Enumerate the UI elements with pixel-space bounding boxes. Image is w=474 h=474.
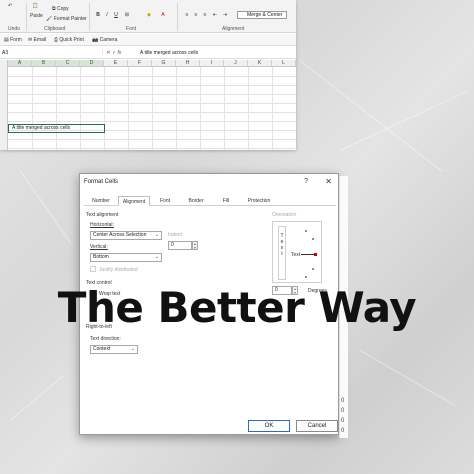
column-header[interactable]: A (8, 60, 32, 67)
merge-center-button[interactable]: Merge & Center (237, 11, 287, 19)
formula-bar-icons[interactable]: ⋮ ✕ ✓ fx (100, 49, 121, 57)
alignment-group-label: Alignment (222, 26, 245, 32)
align-left-icon[interactable]: ≡ (184, 12, 190, 18)
tab-number[interactable]: Number (86, 196, 116, 206)
tab-font[interactable]: Font (154, 196, 176, 206)
tab-fill[interactable]: Fill (216, 196, 236, 206)
indent-input[interactable]: 0 (168, 241, 192, 250)
decrease-indent-icon[interactable]: ⇤ (212, 12, 218, 18)
dialog-tabs: Number Alignment Font Border Fill Protec… (84, 196, 336, 206)
copy-button[interactable]: ⧉ Copy (52, 6, 69, 12)
side-value: 0 (341, 418, 345, 424)
column-header[interactable]: E (104, 60, 128, 67)
column-header[interactable]: C (56, 60, 80, 67)
column-header[interactable]: H (176, 60, 200, 67)
column-header[interactable]: J (224, 60, 248, 67)
italic-button[interactable]: I (104, 12, 110, 18)
paste-icon[interactable]: 📋 (32, 3, 38, 9)
orientation-box[interactable]: T e x t Text (272, 221, 322, 283)
column-header[interactable]: K (248, 60, 272, 67)
merged-title-cell[interactable]: A title merged across cells (12, 125, 70, 132)
quick-access-bar: ▤ Form ✉ Email ⎙ Quick Print 📷 Camera (0, 34, 296, 46)
side-value: 0 (341, 428, 345, 434)
fill-color-icon[interactable]: ◆ (146, 12, 152, 18)
row-headers (0, 60, 8, 150)
font-color-icon[interactable]: A (160, 12, 166, 18)
column-header[interactable]: L (272, 60, 296, 67)
tab-border[interactable]: Border (182, 196, 210, 206)
cancel-button[interactable]: Cancel (296, 420, 338, 432)
chevron-down-icon: ⌄ (154, 254, 159, 260)
email-button[interactable]: ✉ Email (28, 37, 46, 43)
column-header[interactable]: F (128, 60, 152, 67)
ribbon: ↶ 📋 Paste ⧉ Copy 🖌 Format Painter Undo C… (0, 0, 296, 33)
bold-button[interactable]: B (95, 12, 101, 18)
text-direction-label: Text direction: (90, 336, 121, 342)
quick-print-button[interactable]: ⎙ Quick Print (54, 37, 84, 43)
ok-button[interactable]: OK (248, 420, 290, 432)
increase-indent-icon[interactable]: ⇥ (222, 12, 228, 18)
close-icon[interactable]: ✕ (325, 177, 332, 186)
excel-window: ↶ 📋 Paste ⧉ Copy 🖌 Format Painter Undo C… (0, 0, 296, 150)
column-header[interactable]: B (32, 60, 56, 67)
horizontal-label: Horizontal: (90, 222, 114, 228)
headline-overlay: The Better Way (57, 283, 417, 332)
help-icon[interactable]: ? (304, 178, 308, 185)
align-center-icon[interactable]: ≡ (193, 12, 199, 18)
clipboard-group-label: Clipboard (44, 26, 66, 32)
form-button[interactable]: ▤ Form (4, 37, 22, 43)
orientation-heading: Orientation (272, 212, 297, 218)
vertical-label: Vertical: (90, 244, 108, 250)
orientation-dial[interactable]: Text (290, 226, 320, 280)
vertical-text-option[interactable]: T e x t (278, 226, 286, 280)
undo-icon[interactable]: ↶ (8, 3, 12, 9)
horizontal-select[interactable]: Center Across Selection ⌄ (90, 231, 162, 240)
side-value: 0 (341, 408, 345, 414)
tab-alignment[interactable]: Alignment (118, 196, 150, 206)
format-painter-button[interactable]: 🖌 Format Painter (46, 16, 87, 22)
font-group-label: Font (126, 26, 137, 32)
borders-icon[interactable]: ⊞ (124, 12, 130, 18)
indent-stepper[interactable]: ▲ ▼ (192, 241, 198, 250)
tab-protection[interactable]: Protection (242, 196, 276, 206)
side-value: 0 (341, 398, 345, 404)
dial-handle[interactable] (314, 253, 317, 256)
formula-input[interactable]: A title merged across cells (140, 49, 198, 57)
vertical-select[interactable]: Bottom ⌄ (90, 253, 162, 262)
dial-text-label: Text (291, 252, 301, 258)
name-box[interactable]: A3 (2, 49, 94, 57)
text-direction-select[interactable]: Context ⌄ (90, 345, 138, 354)
paste-button[interactable]: Paste (30, 13, 43, 19)
dialog-title: Format Cells (84, 179, 119, 185)
camera-button[interactable]: 📷 Camera (92, 37, 117, 43)
align-right-icon[interactable]: ≡ (202, 12, 208, 18)
justify-distributed-label: Justify distributed (99, 267, 138, 273)
justify-distributed-checkbox[interactable] (90, 266, 96, 272)
indent-label: Indent: (168, 232, 184, 238)
undo-group-label: Undo (8, 26, 20, 32)
column-header[interactable]: D (80, 60, 104, 67)
chevron-down-icon: ⌄ (154, 232, 159, 238)
column-header[interactable]: I (200, 60, 224, 67)
text-alignment-heading: Text alignment (86, 212, 119, 218)
spreadsheet-grid[interactable]: ABCDEFGHIJKL A title merged across cells (0, 60, 296, 150)
column-header[interactable]: G (152, 60, 176, 67)
formula-bar: A3 ⋮ ✕ ✓ fx A title merged across cells (0, 47, 296, 59)
underline-button[interactable]: U (113, 12, 119, 18)
chevron-down-icon: ⌄ (130, 346, 135, 352)
